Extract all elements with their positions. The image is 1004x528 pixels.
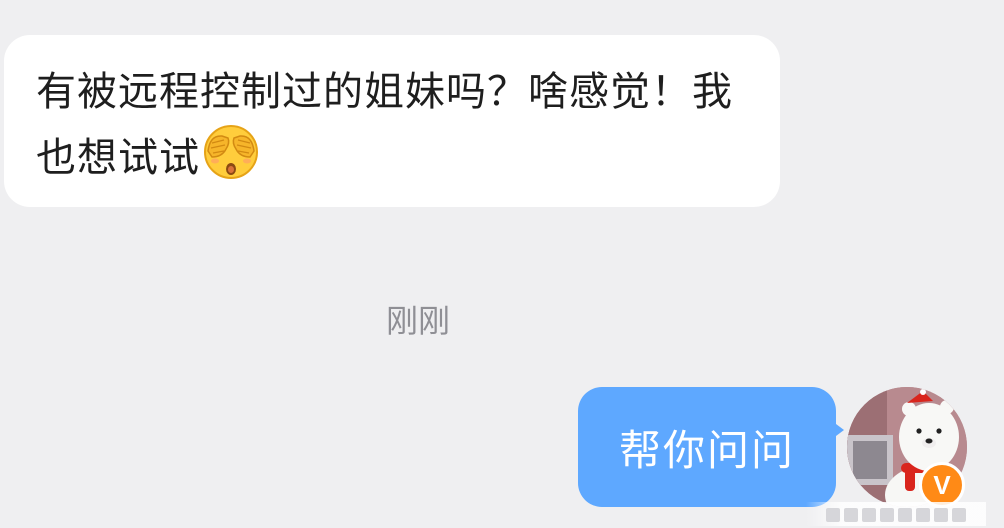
watermark: [806, 502, 986, 526]
message-timestamp: 刚刚: [385, 302, 450, 340]
face-with-hands-over-eyes-icon: [202, 123, 260, 181]
chat-view: 有被远程控制过的姐妹吗？啥感觉！我也想试试 刚刚 帮你问问 V: [0, 0, 1004, 528]
outgoing-bubble-tail: [828, 418, 844, 442]
outgoing-message-bubble[interactable]: 帮你问问: [578, 387, 836, 507]
incoming-message-bubble[interactable]: 有被远程控制过的姐妹吗？啥感觉！我也想试试: [4, 35, 780, 207]
outgoing-message-text: 帮你问问: [618, 425, 795, 475]
incoming-message-content: 有被远程控制过的姐妹吗？啥感觉！我也想试试: [36, 61, 736, 189]
incoming-message-text: 有被远程控制过的姐妹吗？啥感觉！我也想试试: [36, 69, 733, 181]
